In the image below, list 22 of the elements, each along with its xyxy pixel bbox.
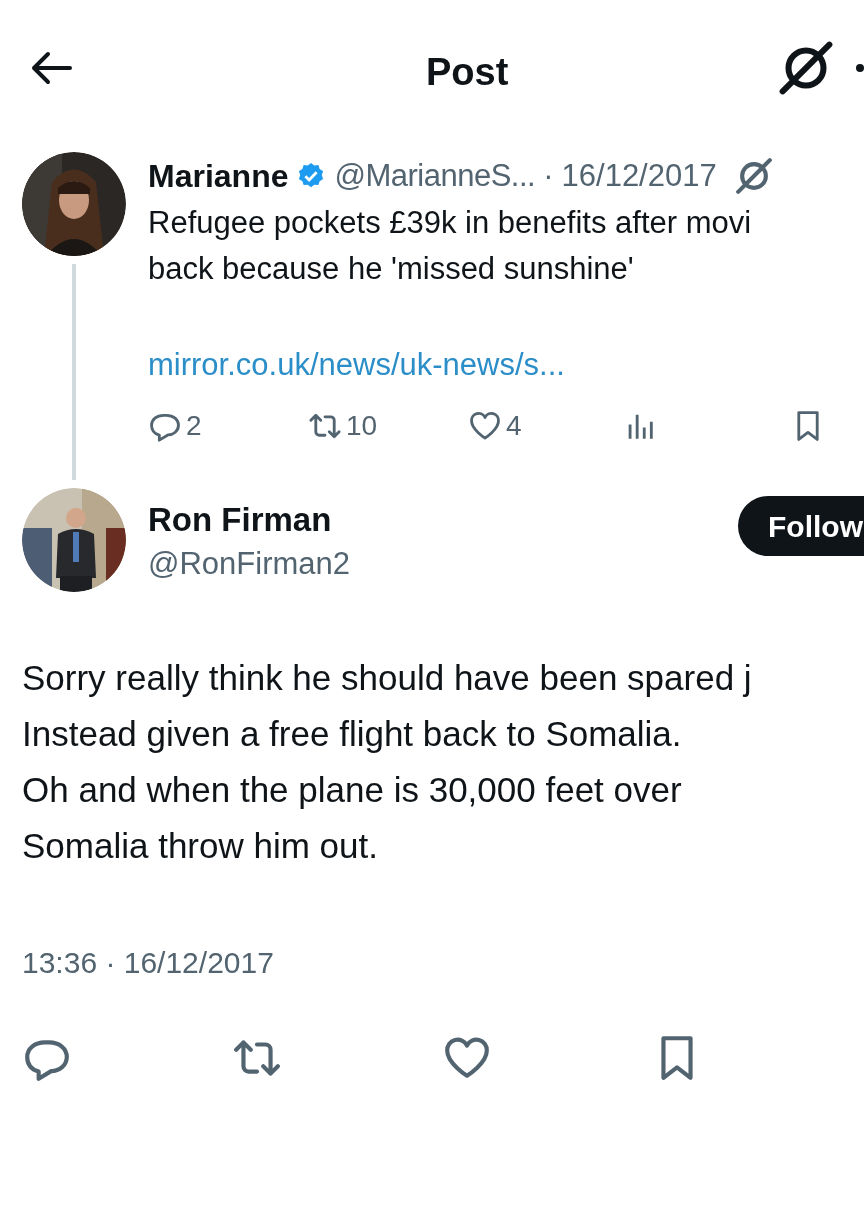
post-text-line: Oh and when the plane is 30,000 feet over (22, 769, 683, 811)
post-text-line: Sorry really think he should have been spared j (22, 657, 753, 699)
action-count: 2 (186, 408, 202, 443)
post-date: 16/12/2017 (561, 156, 717, 195)
post-text-line: back because he 'missed sunshine' (148, 250, 635, 288)
follow-button[interactable]: Follow (738, 496, 864, 556)
post-text-line: Somalia throw him out. (22, 825, 379, 867)
separator-dot: · (543, 156, 554, 195)
slash-circle-icon[interactable] (778, 40, 834, 96)
author-handle: @MarianneS... (334, 156, 536, 195)
post-text-line: Refugee pockets £39k in benefits after movi (148, 204, 753, 242)
post-timestamp: 13:36 · 16/12/2017 (21, 945, 275, 981)
action-count: 10 (346, 408, 378, 443)
author-name[interactable]: Ron Firman (148, 498, 351, 542)
author-handle: @RonFirman2 (148, 545, 351, 583)
post-text-line: Instead given a free flight back to Somalia. (22, 713, 683, 755)
page-title: Post (426, 50, 509, 95)
article-link[interactable]: mirror.co.uk/news/uk-news/s... (148, 342, 565, 389)
author-name[interactable]: Marianne (148, 152, 289, 200)
more-icon[interactable] (856, 64, 864, 72)
slash-circle-icon[interactable] (734, 157, 773, 195)
action-count: 4 (506, 408, 522, 443)
